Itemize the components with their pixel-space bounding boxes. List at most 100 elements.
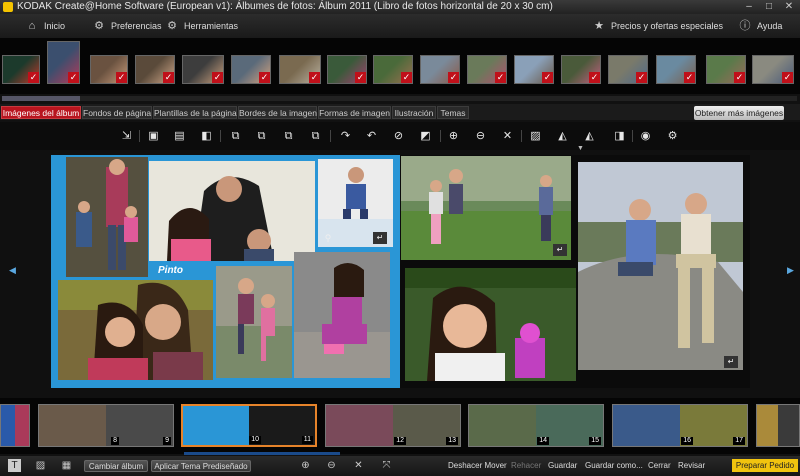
- layout-text-icon[interactable]: ▤: [172, 129, 187, 143]
- photo-mother-children[interactable]: [66, 157, 148, 277]
- prev-page-arrow-icon[interactable]: ◀: [9, 265, 16, 276]
- tray-photo[interactable]: ✓: [561, 55, 601, 84]
- layout-single-icon[interactable]: ▣: [146, 129, 161, 143]
- page-spread[interactable]: 14 15: [468, 404, 604, 447]
- close-window-button[interactable]: ✕: [782, 0, 796, 14]
- tab-page-backgrounds[interactable]: Fondos de página: [82, 106, 152, 119]
- selected-check-icon: ✓: [636, 72, 647, 83]
- crop-frame-icon[interactable]: ◩: [418, 129, 433, 143]
- nav-help[interactable]: ⓘ Ayuda: [739, 14, 783, 38]
- tray-scrollbar[interactable]: [2, 96, 797, 101]
- photo-father-kids[interactable]: [149, 161, 315, 261]
- tab-album-images[interactable]: Imágenes del álbum: [1, 106, 81, 119]
- enter-arrow-icon[interactable]: ↵: [373, 232, 387, 244]
- tray-photo[interactable]: ✓: [608, 55, 648, 84]
- bring-forward-icon[interactable]: ⧉: [228, 129, 243, 143]
- align-icon[interactable]: ⇲: [119, 129, 134, 143]
- contrast-icon[interactable]: ◨: [612, 129, 627, 143]
- tray-photo[interactable]: ✓: [467, 55, 507, 84]
- tray-photo[interactable]: ✓: [2, 55, 40, 84]
- page-spread[interactable]: [0, 404, 30, 447]
- gallery-icon[interactable]: ▦: [60, 459, 73, 472]
- photo-family-field[interactable]: [401, 156, 571, 260]
- photo-couple-rock[interactable]: [578, 162, 743, 370]
- enter-arrow-icon[interactable]: ↵: [553, 244, 567, 256]
- maximize-button[interactable]: □: [762, 0, 776, 14]
- tray-photo[interactable]: ✓: [182, 55, 224, 84]
- add-image-icon[interactable]: ▨: [34, 459, 47, 472]
- close-album-button[interactable]: Cerrar: [648, 460, 671, 472]
- settings-gear-icon[interactable]: ⚙: [665, 129, 680, 143]
- tray-photo[interactable]: ✓: [706, 55, 746, 84]
- page-spread-current[interactable]: 10 11: [181, 404, 317, 447]
- tray-photo[interactable]: ✓: [135, 55, 175, 84]
- photo-girls-park[interactable]: [216, 266, 292, 378]
- page-strip-scrollbar[interactable]: [184, 452, 340, 455]
- selected-check-icon: ✓: [28, 72, 39, 83]
- minimize-button[interactable]: –: [742, 0, 756, 14]
- review-button[interactable]: Revisar: [678, 460, 705, 472]
- send-to-back-icon[interactable]: ⧉: [308, 129, 323, 143]
- tray-photo[interactable]: ✓: [90, 55, 128, 84]
- nav-home[interactable]: ⌂ Inicio: [26, 14, 65, 38]
- zoom-out-icon[interactable]: ⊖: [473, 129, 488, 143]
- tray-photo[interactable]: ✓: [420, 55, 460, 84]
- redo-button[interactable]: Rehacer: [511, 460, 541, 472]
- page-spread[interactable]: 89: [38, 404, 174, 447]
- tab-illustration[interactable]: Ilustración: [392, 106, 436, 119]
- enter-arrow-icon[interactable]: ↵: [724, 356, 738, 368]
- page-spread[interactable]: 16 17: [612, 404, 748, 447]
- change-album-button[interactable]: Cambiar álbum: [84, 460, 148, 472]
- text-tool-icon[interactable]: T: [8, 459, 21, 472]
- nav-tools[interactable]: ⚙ Herramientas: [166, 14, 238, 38]
- tray-scroll-thumb[interactable]: [2, 96, 80, 101]
- image-icon[interactable]: ▨: [528, 129, 543, 143]
- save-button[interactable]: Guardar: [548, 460, 577, 472]
- fit-icon[interactable]: ✕: [500, 129, 515, 143]
- layout-split-icon[interactable]: ◧: [199, 129, 214, 143]
- image-adjust-icon[interactable]: ◭: [582, 129, 597, 143]
- zoom-in-icon[interactable]: ⊕: [299, 459, 312, 472]
- save-as-button[interactable]: Guardar como...: [585, 460, 643, 472]
- tab-image-borders[interactable]: Bordes de la imagen: [238, 106, 317, 119]
- fit-page-icon[interactable]: ✕: [352, 459, 365, 472]
- eye-icon[interactable]: ◉: [638, 129, 653, 143]
- nav-preferences[interactable]: ⚙ Preferencias: [93, 14, 161, 38]
- order-button[interactable]: Preparar Pedido: [732, 459, 798, 472]
- zoom-in-icon[interactable]: ⊕: [446, 129, 461, 143]
- rotate-right-icon[interactable]: ↷: [338, 129, 353, 143]
- tray-photo[interactable]: ✓: [279, 55, 321, 84]
- bring-to-front-icon[interactable]: ⧉: [281, 129, 296, 143]
- tab-image-shapes[interactable]: Formas de imagen: [318, 106, 391, 119]
- photo-girl-crouching[interactable]: [294, 252, 390, 378]
- photo-girl-toy[interactable]: [405, 268, 576, 381]
- nav-offers[interactable]: ★ Precios y ofertas especiales: [593, 14, 723, 38]
- next-page-arrow-icon[interactable]: ▶: [787, 265, 794, 276]
- photo-mother-daughter[interactable]: [58, 280, 213, 380]
- undo-move-button[interactable]: Deshacer Mover: [448, 460, 507, 472]
- tray-photo[interactable]: ✓: [656, 55, 696, 84]
- rotate-left-icon[interactable]: ↶: [364, 129, 379, 143]
- tab-themes[interactable]: Temas: [437, 106, 469, 119]
- get-more-images-button[interactable]: Obtener más imágenes: [694, 106, 784, 120]
- redeye-fix-icon[interactable]: ⊘: [391, 129, 406, 143]
- selected-check-icon: ✓: [589, 72, 600, 83]
- send-backward-icon[interactable]: ⧉: [254, 129, 269, 143]
- selected-check-icon: ✓: [448, 72, 459, 83]
- apply-theme-button[interactable]: Aplicar Tema Prediseñado: [151, 460, 251, 472]
- tray-photo[interactable]: ✓: [514, 55, 554, 84]
- tray-photo[interactable]: ✓: [327, 55, 367, 84]
- zoom-out-icon[interactable]: ⊖: [325, 459, 338, 472]
- page-spread[interactable]: 12 13: [325, 404, 461, 447]
- image-landscape-icon[interactable]: ◭: [555, 129, 570, 143]
- tray-photo[interactable]: ✓: [47, 41, 80, 84]
- link-icon[interactable]: ⚲: [322, 232, 334, 244]
- toolbar-divider: [521, 130, 522, 142]
- page-spread[interactable]: [756, 404, 800, 447]
- tray-photo[interactable]: ✓: [373, 55, 413, 84]
- tray-photo[interactable]: ✓: [231, 55, 271, 84]
- tray-photo[interactable]: ✓: [752, 55, 794, 84]
- fullscreen-icon[interactable]: ⤧: [380, 459, 393, 472]
- caption-text[interactable]: Pinto: [155, 264, 213, 278]
- tab-page-templates[interactable]: Plantillas de la página: [153, 106, 237, 119]
